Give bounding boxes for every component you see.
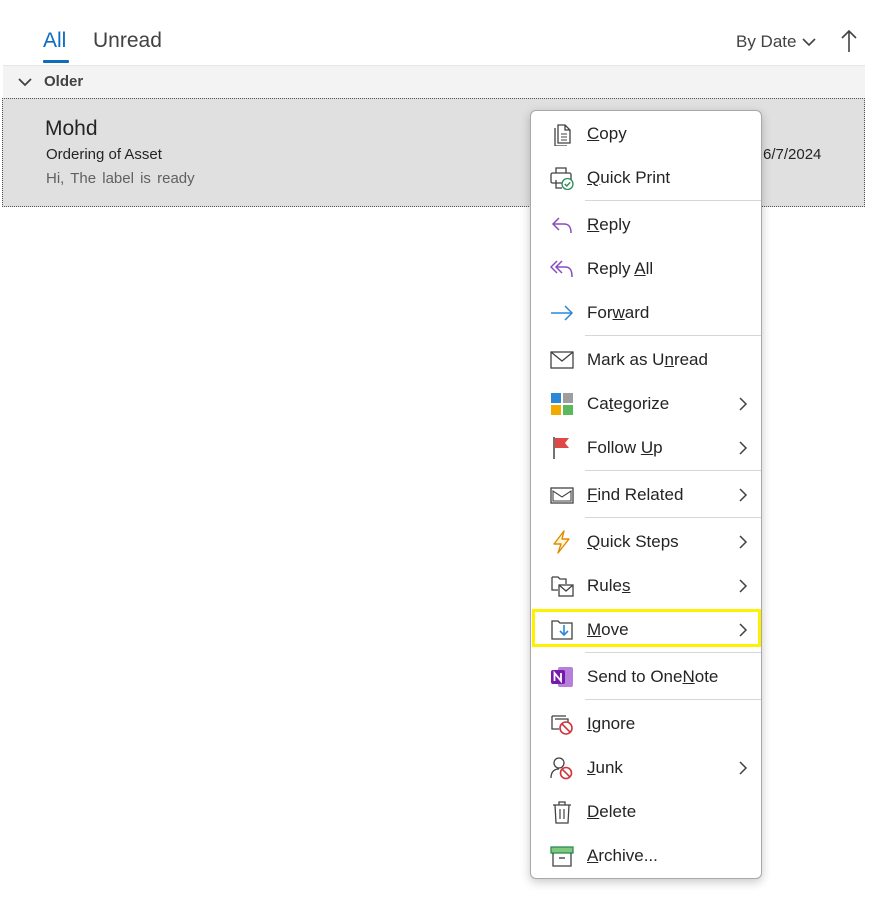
move-to-folder-icon (551, 620, 573, 640)
rules-icon (551, 576, 574, 597)
menu-separator (585, 470, 761, 471)
chevron-down-icon (18, 78, 32, 87)
context-menu: Copy Quick Print Reply Reply All Forward… (530, 110, 762, 879)
menu-separator (585, 200, 761, 201)
junk-icon (550, 757, 573, 780)
printer-icon (550, 167, 574, 190)
group-label: Older (44, 73, 84, 90)
menu-item-mark-as-unread[interactable]: Mark as Unread (532, 340, 760, 380)
menu-separator (585, 517, 761, 518)
reply-icon (551, 217, 572, 234)
copy-icon (554, 124, 571, 146)
menu-item-send-to-onenote[interactable]: Send to OneNote (532, 657, 760, 697)
menu-item-move[interactable]: Move (532, 610, 760, 650)
group-header-older[interactable]: Older (3, 65, 865, 98)
menu-item-find-related[interactable]: Find Related (532, 475, 760, 515)
mail-preview: Hi, The label is ready (46, 170, 195, 187)
chevron-right-icon (739, 535, 748, 549)
chevron-right-icon (739, 761, 748, 775)
menu-item-quick-steps[interactable]: Quick Steps (532, 522, 760, 562)
menu-item-quick-print[interactable]: Quick Print (532, 158, 760, 198)
menu-item-follow-up[interactable]: Follow Up (532, 428, 760, 468)
mail-sender: Mohd (45, 117, 98, 140)
archive-icon (550, 846, 574, 867)
flag-icon (553, 437, 569, 459)
chevron-right-icon (739, 441, 748, 455)
chevron-right-icon (739, 579, 748, 593)
chevron-right-icon (739, 488, 748, 502)
menu-item-ignore[interactable]: Ignore (532, 704, 760, 744)
find-related-icon (550, 487, 574, 504)
categorize-icon (551, 393, 573, 415)
chevron-down-icon (802, 38, 817, 47)
tab-all[interactable]: All (43, 28, 66, 54)
reply-all-icon (550, 260, 573, 278)
menu-item-reply-all[interactable]: Reply All (532, 249, 760, 289)
tab-all-underline (43, 60, 69, 63)
menu-separator (585, 652, 761, 653)
menu-separator (585, 335, 761, 336)
menu-item-rules[interactable]: Rules (532, 566, 760, 606)
sort-label: By Date (736, 32, 797, 51)
chevron-right-icon (739, 397, 748, 411)
ignore-icon (551, 715, 573, 735)
tab-unread[interactable]: Unread (93, 28, 162, 54)
menu-item-reply[interactable]: Reply (532, 205, 760, 245)
mail-date: 6/7/2024 (763, 146, 822, 163)
menu-item-junk[interactable]: Junk (532, 748, 760, 788)
lightning-icon (553, 530, 570, 554)
menu-item-delete[interactable]: Delete (532, 792, 760, 832)
trash-icon (553, 801, 571, 824)
menu-item-copy[interactable]: Copy (532, 114, 760, 154)
mail-subject: Ordering of Asset (46, 146, 162, 163)
filter-bar: All Unread By Date (0, 0, 865, 66)
envelope-icon (550, 351, 574, 369)
chevron-right-icon (739, 623, 748, 637)
forward-arrow-icon (551, 305, 574, 321)
onenote-icon (551, 667, 573, 687)
sort-direction-arrow-icon[interactable] (838, 28, 860, 54)
menu-item-forward[interactable]: Forward (532, 293, 760, 333)
menu-item-categorize[interactable]: Categorize (532, 384, 760, 424)
sort-dropdown[interactable]: By Date (736, 32, 817, 52)
menu-item-archive[interactable]: Archive... (532, 836, 760, 876)
menu-separator (585, 699, 761, 700)
